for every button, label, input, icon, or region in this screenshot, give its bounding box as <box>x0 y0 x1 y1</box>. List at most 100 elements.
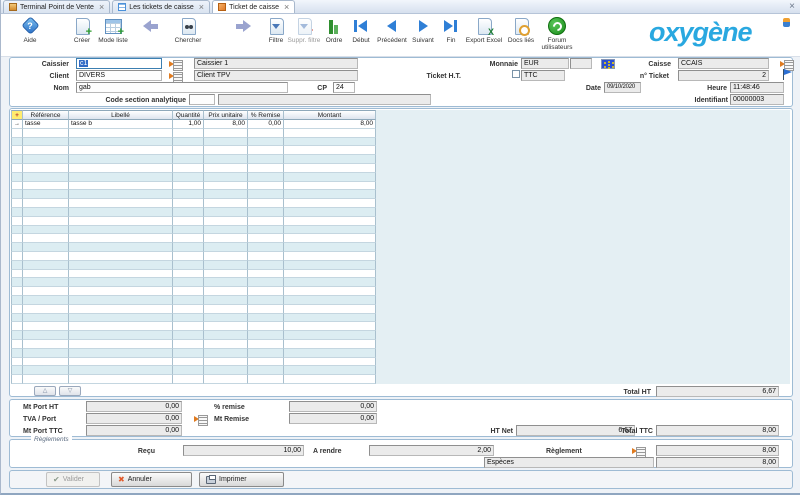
annuler-button[interactable]: Annuler <box>111 472 192 487</box>
table-row-empty[interactable] <box>11 358 376 367</box>
forum-icon <box>546 16 568 36</box>
tva-lookup-icon[interactable] <box>194 415 208 424</box>
num-ticket-label: n° Ticket <box>627 72 669 81</box>
imprimer-button[interactable]: Imprimer <box>199 472 284 487</box>
reglement-field[interactable]: 8,00 <box>656 445 779 456</box>
add-row-icon[interactable] <box>11 110 23 120</box>
tab-label: Les tickets de caisse <box>129 4 194 11</box>
valider-button[interactable]: Valider <box>46 472 100 487</box>
cell-montant[interactable]: 8,00 <box>284 120 376 129</box>
column-header[interactable]: Libellé <box>69 110 173 120</box>
cell-quantite[interactable]: 1,00 <box>173 120 204 129</box>
table-row-empty[interactable] <box>11 349 376 358</box>
caissier-lookup-icon[interactable] <box>169 60 183 69</box>
espece-mode-field[interactable]: Espèces <box>484 457 654 468</box>
table-row-empty[interactable] <box>11 217 376 226</box>
column-header[interactable]: % Remise <box>248 110 284 120</box>
table-row-empty[interactable] <box>11 270 376 279</box>
caisse-field[interactable]: CCAIS <box>678 58 769 69</box>
table-row-empty[interactable] <box>11 199 376 208</box>
mt-remise-field[interactable]: 0,00 <box>289 413 377 424</box>
caissier-input[interactable]: c1 <box>76 58 162 69</box>
tva-port-field[interactable]: 0,00 <box>86 413 182 424</box>
ticket-de-caisse-window: Terminal Point de Vente Les tickets de ca… <box>0 0 800 495</box>
toolbar-aide-button[interactable]: Aide <box>11 16 49 44</box>
client-input[interactable]: DIVERS <box>76 70 162 81</box>
window-close-icon[interactable] <box>789 1 795 12</box>
cell-reference[interactable]: tasse <box>23 120 69 129</box>
code-section-input[interactable] <box>189 94 215 105</box>
column-header[interactable]: Montant <box>284 110 376 120</box>
date-field[interactable]: 09/10/2020 <box>604 82 641 93</box>
toolbar-navfwd-button[interactable] <box>223 16 261 37</box>
table-row-empty[interactable] <box>11 278 376 287</box>
table-row-empty[interactable] <box>11 305 376 314</box>
cell-prix-unitaire[interactable]: 8,00 <box>204 120 248 129</box>
move-down-button[interactable] <box>59 386 81 396</box>
table-row-empty[interactable] <box>11 129 376 138</box>
cell-libelle[interactable]: tasse b <box>69 120 173 129</box>
cell-remise[interactable]: 0,00 <box>248 120 284 129</box>
caisse-lookup-icon[interactable] <box>780 60 794 69</box>
ticket-ht-checkbox[interactable] <box>512 70 520 78</box>
table-row-empty[interactable] <box>11 155 376 164</box>
table-row-empty[interactable] <box>11 366 376 375</box>
pct-remise-field[interactable]: 0,00 <box>289 401 377 412</box>
column-header[interactable]: Référence <box>23 110 69 120</box>
creer-icon <box>71 16 93 36</box>
espece-amount-field[interactable]: 8,00 <box>656 457 779 468</box>
reglement-lookup-icon[interactable] <box>632 447 646 456</box>
toolbar-docs-button[interactable]: Docs liés <box>502 16 540 44</box>
identifiant-label: Identifiant <box>689 96 728 105</box>
tab-tickets[interactable]: Les tickets de caisse <box>112 0 210 13</box>
table-row-empty[interactable] <box>11 234 376 243</box>
tab-terminal[interactable]: Terminal Point de Vente <box>3 0 110 13</box>
a-rendre-field: 2,00 <box>369 445 494 456</box>
toolbar-forum-button[interactable]: Forum utilisateurs <box>538 16 576 51</box>
table-row-empty[interactable] <box>11 146 376 155</box>
toolbar-modeliste-button[interactable]: Mode liste <box>94 16 132 44</box>
nom-input[interactable]: gab <box>76 82 288 93</box>
table-row-empty[interactable] <box>11 314 376 323</box>
total-ttc-field: 8,00 <box>656 425 779 436</box>
fin-icon <box>440 16 462 36</box>
table-row-empty[interactable] <box>11 340 376 349</box>
recu-field[interactable]: 10,00 <box>183 445 304 456</box>
client-lookup-icon[interactable] <box>169 72 183 81</box>
num-ticket-field[interactable]: 2 <box>678 70 769 81</box>
table-row-empty[interactable] <box>11 331 376 340</box>
monnaie-extra-field[interactable] <box>570 58 592 69</box>
table-row-empty[interactable] <box>11 164 376 173</box>
close-icon[interactable] <box>199 4 204 11</box>
close-icon[interactable] <box>99 4 104 11</box>
valider-label: Valider <box>63 476 84 483</box>
column-header[interactable]: Quantité <box>173 110 204 120</box>
mt-port-ht-field[interactable]: 0,00 <box>86 401 182 412</box>
close-icon[interactable] <box>284 4 289 11</box>
table-row-empty[interactable] <box>11 190 376 199</box>
table-row-empty[interactable] <box>11 226 376 235</box>
monnaie-field[interactable]: EUR <box>521 58 569 69</box>
toolbar-label: Mode liste <box>94 37 132 44</box>
column-header[interactable]: Prix unitaire <box>204 110 248 120</box>
table-row-empty[interactable] <box>11 182 376 191</box>
table-row-empty[interactable] <box>11 296 376 305</box>
table-row-empty[interactable] <box>11 208 376 217</box>
table-row[interactable]: tassetasse b1,008,000,008,00 <box>11 120 376 129</box>
table-row-empty[interactable] <box>11 243 376 252</box>
tab-ticket[interactable]: Ticket de caisse <box>212 0 295 13</box>
toolbar-excel-button[interactable]: Export Excel <box>465 16 503 44</box>
tab-label: Terminal Point de Vente <box>20 4 94 11</box>
mt-port-ttc-field[interactable]: 0,00 <box>86 425 182 436</box>
cp-input[interactable]: 24 <box>333 82 355 93</box>
table-row-empty[interactable] <box>11 322 376 331</box>
move-up-button[interactable] <box>34 386 56 396</box>
toolbar-chercher-button[interactable]: Chercher <box>169 16 207 44</box>
table-row-empty[interactable] <box>11 261 376 270</box>
table-row-empty[interactable] <box>11 252 376 261</box>
table-row-empty[interactable] <box>11 287 376 296</box>
table-row-empty[interactable] <box>11 173 376 182</box>
table-row-empty[interactable] <box>11 138 376 147</box>
toolbar-navback-button[interactable] <box>133 16 171 37</box>
table-row-empty[interactable] <box>11 375 376 384</box>
